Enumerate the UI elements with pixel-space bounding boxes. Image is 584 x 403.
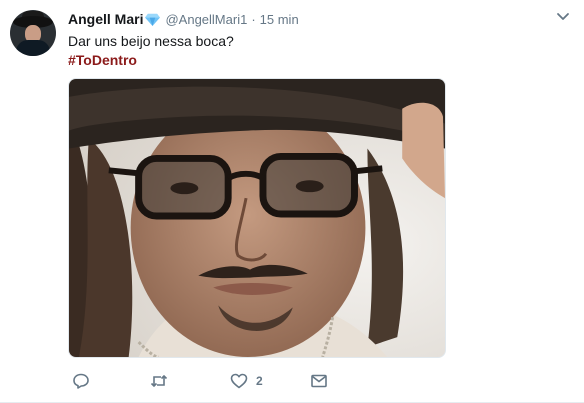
tweet-header: Angell Mari @AngellMari1 · 15 min [68, 10, 299, 28]
reply-button[interactable] [72, 370, 98, 392]
avatar[interactable] [10, 10, 56, 56]
separator-dot: · [251, 11, 256, 27]
tweet-actions: 2 [68, 370, 368, 392]
tweet-photo[interactable] [68, 78, 446, 358]
blue-diamond-icon [145, 13, 161, 26]
tweet-card[interactable]: Angell Mari @AngellMari1 · 15 min Dar un… [0, 0, 584, 403]
like-count: 2 [256, 374, 263, 388]
photo-illustration [69, 79, 445, 357]
author-handle[interactable]: @AngellMari1 [165, 12, 247, 27]
heart-icon [230, 373, 248, 389]
tweet-text: Dar uns beijo nessa boca? [68, 33, 234, 49]
envelope-icon [311, 374, 327, 388]
retweet-button[interactable] [150, 370, 176, 392]
timestamp[interactable]: 15 min [260, 12, 299, 27]
retweet-icon [150, 374, 168, 388]
hashtag-link[interactable]: #ToDentro [68, 51, 137, 69]
like-button[interactable]: 2 [230, 370, 263, 392]
chevron-down-icon[interactable] [556, 12, 570, 22]
author-name[interactable]: Angell Mari [68, 11, 143, 27]
direct-message-button[interactable] [310, 370, 336, 392]
reply-icon [73, 373, 89, 389]
